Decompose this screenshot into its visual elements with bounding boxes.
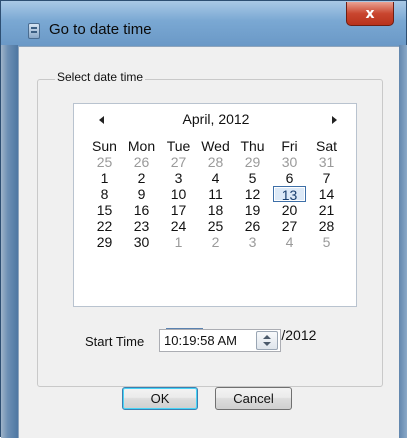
weekday-header: Wed (201, 138, 230, 154)
dialog-client-area: Select date time April, 2012 Sun Mon Tue We… (18, 46, 399, 438)
calendar-day[interactable]: 3 (234, 234, 271, 250)
calendar-day[interactable]: 27 (160, 154, 197, 170)
triangle-right-icon[interactable] (332, 116, 337, 124)
cancel-button[interactable]: Cancel (215, 387, 292, 410)
calendar-day[interactable]: 2 (123, 170, 160, 186)
window-title: Go to date time (49, 21, 152, 38)
spin-down-icon[interactable] (263, 342, 271, 346)
group-label: Select date time (55, 70, 146, 84)
close-icon: x (365, 5, 375, 22)
ok-button[interactable]: OK (122, 387, 198, 410)
weekday-header: Sat (315, 138, 337, 154)
weekday-header: Tue (166, 138, 191, 154)
app-icon (28, 23, 40, 39)
calendar-day[interactable]: 31 (308, 154, 345, 170)
calendar-day[interactable]: 23 (123, 218, 160, 234)
calendar-day[interactable]: 18 (197, 202, 234, 218)
calendar-day[interactable]: 10 (160, 186, 197, 202)
ok-button-label: OK (150, 391, 170, 406)
window-frame-left (1, 45, 18, 438)
triangle-left-icon[interactable] (99, 116, 104, 124)
calendar-day[interactable]: 25 (86, 154, 123, 170)
calendar-day[interactable]: 5 (234, 170, 271, 186)
calendar-day[interactable]: 3 (160, 170, 197, 186)
close-button[interactable]: x (346, 2, 394, 26)
calendar-month-title[interactable]: April, 2012 (144, 111, 288, 127)
calendar-day[interactable]: 26 (234, 218, 271, 234)
calendar-day[interactable]: 19 (234, 202, 271, 218)
start-time-label: Start Time (85, 334, 145, 349)
calendar-day[interactable]: 7 (308, 170, 345, 186)
calendar-day[interactable]: 29 (86, 234, 123, 250)
calendar-day[interactable]: 25 (197, 218, 234, 234)
month-calendar: April, 2012 Sun Mon Tue Wed Thu Fri Sat 25 26 27 2… (73, 103, 357, 343)
calendar-day[interactable]: 30 (123, 234, 160, 250)
title-bar[interactable]: Go to date time x (1, 1, 406, 45)
calendar-day[interactable]: 2 (197, 234, 234, 250)
calendar-day[interactable]: 9 (123, 186, 160, 202)
calendar-day[interactable]: 22 (86, 218, 123, 234)
calendar-day[interactable]: 14 (308, 186, 345, 202)
calendar-day[interactable]: 26 (123, 154, 160, 170)
calendar-day[interactable]: 28 (308, 218, 345, 234)
calendar-day[interactable]: 28 (197, 154, 234, 170)
calendar-day[interactable]: 11 (197, 186, 234, 202)
calendar-day[interactable]: 21 (308, 202, 345, 218)
calendar-day[interactable]: 17 (160, 202, 197, 218)
calendar-day[interactable]: 20 (271, 202, 308, 218)
calendar-day[interactable]: 1 (160, 234, 197, 250)
weekday-header: Mon (127, 138, 156, 154)
spin-up-icon[interactable] (263, 335, 271, 339)
time-spinner[interactable] (256, 331, 278, 350)
calendar-day[interactable]: 27 (271, 218, 308, 234)
start-time-value: 10:19:58 AM (164, 333, 237, 348)
calendar-day[interactable]: 4 (271, 234, 308, 250)
calendar-day[interactable]: 24 (160, 218, 197, 234)
calendar-day[interactable]: 1 (86, 170, 123, 186)
dialog-window: Go to date time x Select date time April… (0, 0, 407, 438)
weekday-header: Sun (92, 138, 117, 154)
calendar-day[interactable]: 16 (123, 202, 160, 218)
calendar-day-selected[interactable]: 13 (273, 186, 306, 203)
weekday-header: Fri (281, 138, 298, 154)
calendar-day[interactable]: 4 (197, 170, 234, 186)
calendar-day[interactable]: 30 (271, 154, 308, 170)
cancel-button-label: Cancel (233, 391, 274, 406)
calendar-day[interactable]: 8 (86, 186, 123, 202)
window-frame-right (399, 45, 407, 438)
weekday-header: Thu (240, 138, 265, 154)
calendar-day[interactable]: 6 (271, 170, 308, 186)
calendar-day[interactable]: 15 (86, 202, 123, 218)
calendar-grid: Sun Mon Tue Wed Thu Fri Sat 25 26 27 28 29 30 31 1 2 3 4 5… (86, 138, 345, 250)
calendar-day[interactable]: 5 (308, 234, 345, 250)
calendar-day[interactable]: 29 (234, 154, 271, 170)
calendar-day[interactable]: 12 (234, 186, 271, 202)
